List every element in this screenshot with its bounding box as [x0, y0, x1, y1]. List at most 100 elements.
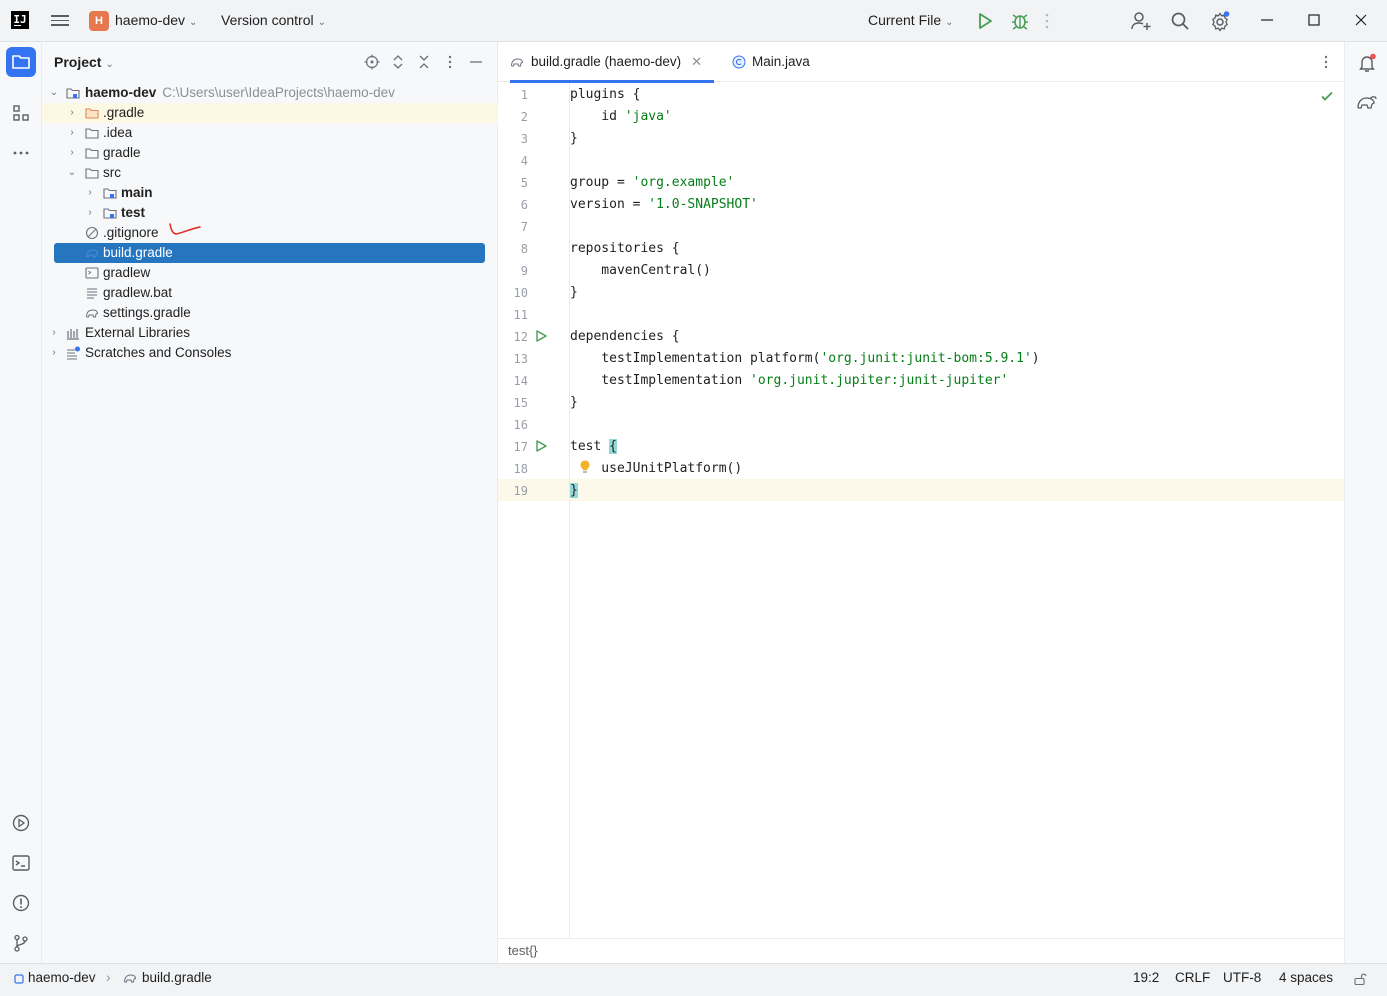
tree-item-build-gradle[interactable]: build.gradle: [42, 243, 498, 263]
panel-title: Project: [54, 54, 102, 70]
folder-icon: [12, 55, 30, 69]
terminal-tool-button[interactable]: [6, 848, 36, 878]
structure-tool-button[interactable]: [6, 98, 36, 128]
line-number: 19: [513, 484, 528, 498]
gradle-elephant-icon: [86, 249, 99, 258]
tree-item-haemo-dev[interactable]: ⌄ haemo-dev C:\Users\user\IdeaProjects\ha…: [42, 83, 498, 103]
text-file-icon: [87, 288, 97, 299]
tree-item-external-libraries[interactable]: › External Libraries: [42, 323, 498, 343]
tree-label: build.gradle: [103, 245, 173, 260]
more-vertical-icon[interactable]: [1324, 54, 1328, 70]
notifications-bell-icon[interactable]: [1356, 52, 1378, 74]
tree-label: main: [121, 185, 153, 200]
close-window-icon[interactable]: [1352, 11, 1370, 29]
maximize-icon[interactable]: [1305, 11, 1323, 29]
tree-item-gradlew[interactable]: gradlew: [42, 263, 498, 283]
tree-label: .gitignore: [103, 225, 159, 240]
intellij-logo-icon[interactable]: IJ: [11, 11, 29, 29]
code-line: }: [570, 285, 578, 300]
tree-item-settings-gradle[interactable]: settings.gradle: [42, 303, 498, 323]
tab-main-java[interactable]: Main.java: [732, 42, 810, 82]
chevron-right-icon[interactable]: ›: [84, 203, 96, 223]
tree-item-gradle[interactable]: › gradle: [42, 143, 498, 163]
chevron-right-icon[interactable]: ›: [66, 143, 78, 163]
tree-item-gradle-dir[interactable]: › .gradle: [42, 103, 498, 123]
chevron-right-icon[interactable]: ›: [48, 323, 60, 343]
no-problems-check-icon[interactable]: [1320, 89, 1334, 103]
services-tool-button[interactable]: [6, 808, 36, 838]
search-icon[interactable]: [1169, 10, 1191, 32]
code-line: group = 'org.example': [570, 175, 735, 190]
run-gutter-icon[interactable]: [534, 329, 548, 343]
folder-icon: [85, 168, 99, 179]
tree-item-gitignore[interactable]: .gitignore: [42, 223, 498, 243]
gradle-elephant-icon: [86, 309, 99, 318]
debug-icon[interactable]: [1010, 11, 1030, 31]
code-line: testImplementation platform('org.junit:j…: [570, 351, 1040, 366]
locate-file-icon[interactable]: [364, 54, 380, 70]
expand-all-icon[interactable]: [390, 54, 406, 70]
lock-open-icon[interactable]: [1353, 972, 1367, 986]
code-line: plugins {: [570, 87, 641, 102]
excluded-folder-icon: [85, 108, 99, 119]
line-separator[interactable]: CRLF: [1175, 964, 1210, 992]
tree-item-src[interactable]: ⌄ src: [42, 163, 498, 183]
tree-item-idea[interactable]: › .idea: [42, 123, 498, 143]
module-folder-icon: [103, 188, 117, 199]
tree-item-gradlew-bat[interactable]: gradlew.bat: [42, 283, 498, 303]
run-gutter-icon[interactable]: [534, 439, 548, 453]
tree-item-test[interactable]: › test: [42, 203, 498, 223]
chevron-right-icon[interactable]: ›: [84, 183, 96, 203]
indent-setting[interactable]: 4 spaces: [1279, 964, 1333, 992]
code-content[interactable]: plugins { id 'java' } group = 'org.examp…: [570, 83, 1344, 938]
status-crumb-file[interactable]: build.gradle: [142, 964, 212, 992]
chevron-right-icon[interactable]: ›: [66, 123, 78, 143]
file-encoding[interactable]: UTF-8: [1223, 964, 1261, 992]
status-crumb-project[interactable]: haemo-dev: [28, 964, 96, 992]
more-vertical-icon[interactable]: [1044, 11, 1050, 31]
hide-panel-icon[interactable]: [468, 54, 484, 70]
chevron-right-icon: ›: [106, 970, 111, 985]
project-name: haemo-dev: [115, 12, 186, 28]
project-tool-button[interactable]: [6, 47, 36, 77]
minimize-icon[interactable]: [1258, 11, 1276, 29]
lightbulb-icon[interactable]: [578, 459, 592, 475]
more-tools-button[interactable]: [6, 138, 36, 168]
gradle-tool-icon[interactable]: [1356, 92, 1378, 114]
chevron-down-icon[interactable]: ⌄: [66, 163, 78, 183]
problems-tool-button[interactable]: [6, 888, 36, 918]
collapse-all-icon[interactable]: [416, 54, 432, 70]
settings-gear-icon[interactable]: [1209, 10, 1231, 32]
project-view-selector[interactable]: Project ⌄: [54, 54, 114, 70]
matched-brace: {: [609, 439, 617, 454]
main-menu-icon[interactable]: [50, 12, 70, 30]
run-icon[interactable]: [976, 11, 994, 31]
tab-build-gradle[interactable]: build.gradle (haemo-dev) ✕: [510, 42, 714, 83]
ignore-file-icon: [85, 226, 99, 240]
module-folder-icon: [103, 208, 117, 219]
matched-brace: }: [570, 483, 578, 498]
project-badge[interactable]: H: [89, 11, 109, 31]
caret-position[interactable]: 19:2: [1133, 964, 1159, 992]
line-number: 16: [513, 418, 528, 432]
chevron-right-icon[interactable]: ›: [66, 103, 78, 123]
tree-item-scratches[interactable]: › Scratches and Consoles: [42, 343, 498, 363]
library-icon: [67, 329, 79, 340]
project-selector[interactable]: haemo-dev ⌄: [115, 12, 197, 28]
options-icon[interactable]: [442, 54, 458, 70]
add-user-icon[interactable]: [1130, 10, 1152, 32]
run-config-selector[interactable]: Current File ⌄: [868, 12, 954, 28]
tree-item-main[interactable]: › main: [42, 183, 498, 203]
editor-breadcrumb[interactable]: test{}: [498, 938, 1344, 963]
close-tab-icon[interactable]: ✕: [691, 54, 702, 69]
chevron-down-icon: ⌄: [317, 17, 326, 28]
chevron-down-icon[interactable]: ⌄: [48, 83, 60, 103]
tree-label: haemo-dev C:\Users\user\IdeaProjects\haem…: [85, 85, 395, 100]
git-tool-button[interactable]: [6, 928, 36, 958]
chevron-right-icon[interactable]: ›: [48, 343, 60, 363]
tree-label: .gradle: [103, 105, 145, 120]
line-number: 14: [513, 374, 528, 388]
code-line: repositories {: [570, 241, 680, 256]
project-tree: ⌄ haemo-dev C:\Users\user\IdeaProjects\ha…: [42, 83, 498, 363]
version-control-menu[interactable]: Version control ⌄: [221, 12, 326, 28]
